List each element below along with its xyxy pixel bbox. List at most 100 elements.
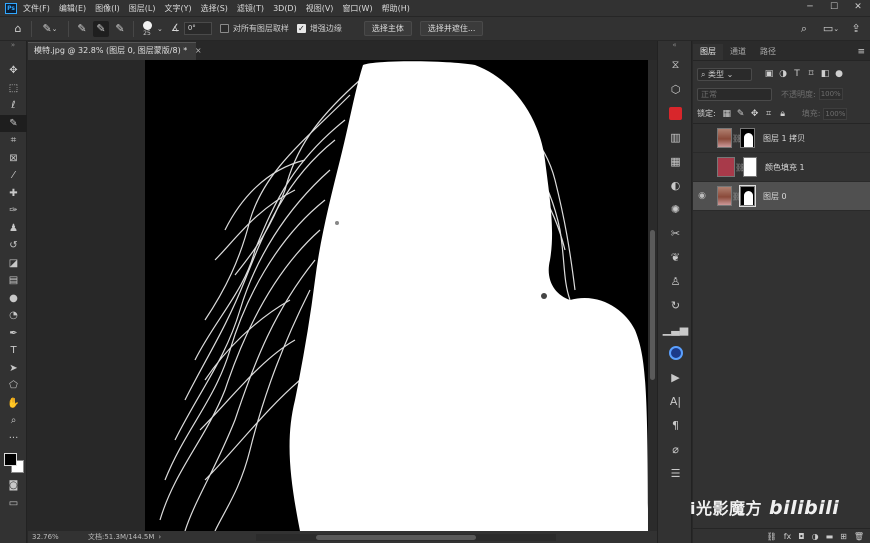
blend-mode-select[interactable]: 正常 xyxy=(697,87,772,101)
pixel-filter-icon[interactable]: ▣ xyxy=(762,69,776,79)
shape-filter-icon[interactable]: ⌑ xyxy=(804,69,818,79)
more-tools-icon[interactable]: ··· xyxy=(0,430,27,448)
angle-field[interactable]: 0° xyxy=(183,22,212,35)
actions-panel-icon[interactable]: ↻ xyxy=(658,293,693,317)
lock-pixels-icon[interactable]: ✎ xyxy=(734,109,748,119)
document-tab[interactable]: 模特.jpg @ 32.8% (图层 0, 图层蒙版/8) * × xyxy=(28,42,202,60)
select-subject-button[interactable]: 选择主体 xyxy=(363,21,412,36)
brush-settings-icon[interactable]: ✺ xyxy=(658,197,693,221)
adjustment-layer-icon[interactable]: ◑ xyxy=(812,532,819,541)
play-action-icon[interactable]: ▶ xyxy=(658,365,693,389)
type-filter-icon[interactable]: T xyxy=(790,69,804,79)
blur-tool-icon[interactable]: ● xyxy=(0,290,27,308)
workspace-switcher-icon[interactable]: ▭ ⌄ xyxy=(820,21,842,37)
history-brush-tool-icon[interactable]: ↺ xyxy=(0,237,27,255)
home-icon[interactable]: ⌂ xyxy=(10,21,26,37)
tab-paths[interactable]: 路径 xyxy=(753,44,783,60)
minimize-button[interactable]: ─ xyxy=(798,0,822,16)
marquee-tool-icon[interactable]: ⬚ xyxy=(0,80,27,98)
eraser-tool-icon[interactable]: ◪ xyxy=(0,255,27,273)
new-selection-brush-icon[interactable]: ✎ xyxy=(74,21,90,37)
collapse-toolbar-icon[interactable]: » xyxy=(0,41,26,62)
trash-icon[interactable]: 🗑︎ xyxy=(854,532,864,541)
brushes-panel-icon[interactable]: ❦ xyxy=(658,245,693,269)
scrollbar-thumb[interactable] xyxy=(650,230,655,380)
layer-mask-thumbnail[interactable] xyxy=(743,157,757,177)
path-selection-tool-icon[interactable]: ➤ xyxy=(0,360,27,378)
zoom-tool-icon[interactable]: ⌕ xyxy=(0,412,27,430)
eyedropper-tool-icon[interactable]: ⁄ xyxy=(0,167,27,185)
brush-size-picker[interactable]: 25 xyxy=(139,20,155,37)
share-icon[interactable]: ⇪ xyxy=(848,21,864,37)
swatches-panel-icon[interactable]: ▦ xyxy=(658,149,693,173)
menu-3d[interactable]: 3D(D) xyxy=(273,4,297,13)
histogram-panel-icon[interactable]: ▁▃▅ xyxy=(658,317,693,341)
vertical-scrollbar[interactable] xyxy=(648,60,657,531)
tool-presets-icon[interactable]: ✂ xyxy=(658,221,693,245)
menu-file[interactable]: 文件(F) xyxy=(23,3,50,14)
menu-help[interactable]: 帮助(H) xyxy=(382,3,410,14)
screen-mode-icon[interactable]: ▭ xyxy=(0,495,27,513)
enhance-edge-checkbox[interactable]: ✓ 增强边缘 xyxy=(296,23,342,34)
navigator-panel-icon[interactable] xyxy=(658,341,693,365)
chevron-down-icon[interactable]: ⌄ xyxy=(157,25,163,33)
new-group-icon[interactable]: ▬ xyxy=(826,532,834,541)
adjustments-panel-icon[interactable]: ◐ xyxy=(658,173,693,197)
subtract-selection-brush-icon[interactable]: ✎ xyxy=(112,21,128,37)
shape-tool-icon[interactable]: ⬠ xyxy=(0,377,27,395)
healing-brush-tool-icon[interactable]: ✚ xyxy=(0,185,27,203)
layer-mask-image[interactable] xyxy=(145,60,648,531)
menu-image[interactable]: 图像(I) xyxy=(95,3,120,14)
lock-artboard-icon[interactable]: ⌗ xyxy=(762,109,776,119)
clone-stamp-tool-icon[interactable]: ♟ xyxy=(0,220,27,238)
tab-channels[interactable]: 通道 xyxy=(723,44,753,60)
history-panel-icon[interactable]: ⧖ xyxy=(658,53,693,77)
menu-select[interactable]: 选择(S) xyxy=(201,3,228,14)
horizontal-scrollbar[interactable] xyxy=(256,534,556,541)
3d-panel-icon[interactable]: ⬡ xyxy=(658,77,693,101)
collapse-dock-icon[interactable]: « xyxy=(658,41,691,53)
filter-toggle-icon[interactable]: ● xyxy=(832,69,846,79)
eye-icon[interactable]: ◉ xyxy=(693,191,711,201)
add-mask-icon[interactable]: ◘ xyxy=(798,532,804,541)
menu-window[interactable]: 窗口(W) xyxy=(342,3,372,14)
tab-close-icon[interactable]: × xyxy=(195,46,202,55)
pen-tool-icon[interactable]: ✒ xyxy=(0,325,27,343)
crop-tool-icon[interactable]: ⌗ xyxy=(0,132,27,150)
maximize-button[interactable]: ☐ xyxy=(822,0,846,16)
lock-position-icon[interactable]: ✥ xyxy=(748,109,762,119)
add-to-selection-brush-icon[interactable]: ✎ xyxy=(93,20,109,37)
layer-row[interactable]: ⛓ 颜色填充 1 xyxy=(693,153,870,182)
type-tool-icon[interactable]: T xyxy=(0,342,27,360)
clone-source-icon[interactable]: ♙ xyxy=(658,269,693,293)
quick-mask-icon[interactable]: ◙ xyxy=(0,477,27,495)
menu-layer[interactable]: 图层(L) xyxy=(129,3,156,14)
smart-object-filter-icon[interactable]: ◧ xyxy=(818,69,832,79)
tool-preset-picker[interactable]: ✎ ⌄ xyxy=(37,21,63,37)
zoom-level[interactable]: 32.76% xyxy=(32,533,82,541)
panel-menu-icon[interactable]: ≡ xyxy=(852,44,870,60)
adjustment-filter-icon[interactable]: ◑ xyxy=(776,69,790,79)
layer-mask-thumbnail[interactable] xyxy=(740,128,755,148)
link-layers-icon[interactable]: ⛓ xyxy=(767,532,777,541)
brush-tool-icon[interactable]: ✑ xyxy=(0,202,27,220)
color-swatches[interactable] xyxy=(0,447,26,477)
close-button[interactable]: ✕ xyxy=(846,0,870,16)
quick-selection-tool-icon[interactable]: ✎ xyxy=(0,114,27,132)
menu-filter[interactable]: 滤镜(T) xyxy=(237,3,264,14)
color-panel-icon[interactable] xyxy=(658,101,693,125)
properties-panel-icon[interactable]: ☰ xyxy=(658,461,693,485)
fill-field[interactable]: 100% xyxy=(823,107,848,120)
search-icon[interactable]: ⌕ xyxy=(796,21,812,37)
status-chevron-icon[interactable]: › xyxy=(158,533,161,541)
link-icon[interactable]: ⛓ xyxy=(732,192,742,201)
glyphs-panel-icon[interactable]: ⌀ xyxy=(658,437,693,461)
foreground-color-swatch[interactable] xyxy=(4,453,17,466)
sample-all-layers-checkbox[interactable]: 对所有图层取样 xyxy=(219,23,289,34)
dodge-tool-icon[interactable]: ◔ xyxy=(0,307,27,325)
link-icon[interactable]: ⛓ xyxy=(732,134,742,143)
canvas-area[interactable] xyxy=(28,60,648,531)
menu-view[interactable]: 视图(V) xyxy=(306,3,334,14)
move-tool-icon[interactable]: ✥ xyxy=(0,62,27,80)
frame-tool-icon[interactable]: ⊠ xyxy=(0,150,27,168)
